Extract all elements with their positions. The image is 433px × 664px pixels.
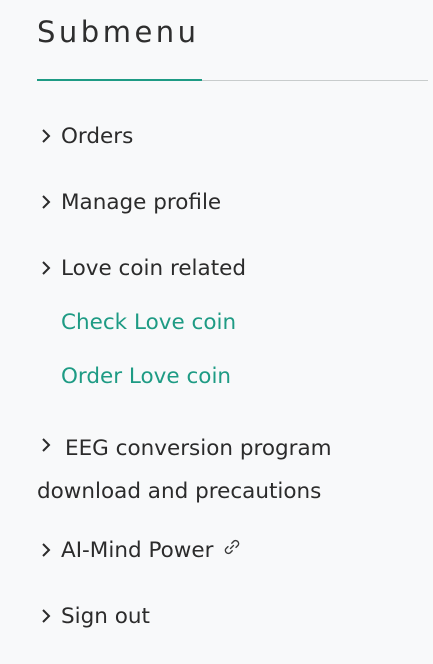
submenu-title: Submenu	[37, 15, 200, 49]
chevron-right-icon	[37, 126, 55, 148]
menu-item-manage-profile[interactable]: Manage profile	[37, 188, 221, 218]
menu-item-ai-mind-power[interactable]: AI-Mind Power	[37, 536, 242, 566]
submenu-link-check-love-coin[interactable]: Check Love coin	[61, 308, 236, 338]
menu-item-label: AI-Mind Power	[61, 538, 214, 563]
menu-item-label: EEG conversion program download and prec…	[37, 436, 332, 504]
menu-item-eeg-conversion[interactable]: EEG conversion program download and prec…	[37, 427, 417, 513]
chevron-right-icon	[37, 540, 55, 562]
menu-item-love-coin-related[interactable]: Love coin related	[37, 254, 246, 284]
menu-item-label: Love coin related	[61, 256, 246, 281]
link-icon	[222, 536, 242, 566]
menu-item-orders[interactable]: Orders	[37, 122, 133, 152]
chevron-right-icon	[37, 192, 55, 214]
menu-item-label: Orders	[61, 124, 134, 149]
menu-item-sign-out[interactable]: Sign out	[37, 602, 150, 632]
chevron-right-icon	[37, 606, 55, 628]
submenu-link-order-love-coin[interactable]: Order Love coin	[61, 362, 231, 392]
chevron-right-icon	[37, 258, 55, 280]
chevron-right-icon	[37, 435, 55, 457]
menu-item-label: Manage profile	[61, 190, 222, 215]
menu-item-label: Sign out	[61, 604, 150, 629]
title-divider-accent	[37, 79, 202, 81]
